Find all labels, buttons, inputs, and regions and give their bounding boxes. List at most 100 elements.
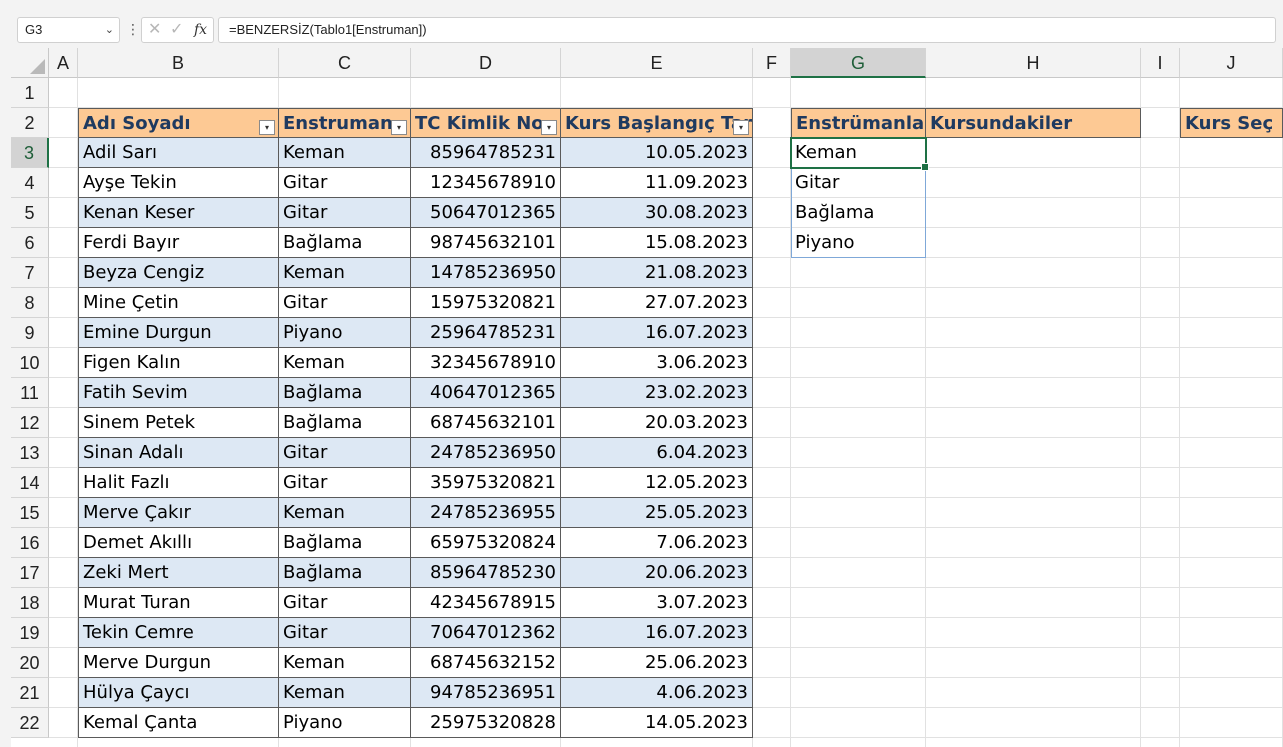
table-cell[interactable]: Demet Akıllı <box>78 528 279 558</box>
table-cell[interactable]: 30.08.2023 <box>561 198 753 228</box>
table-cell[interactable]: Figen Kalın <box>78 348 279 378</box>
table-cell[interactable]: 40647012365 <box>411 378 561 408</box>
table-cell[interactable]: 85964785230 <box>411 558 561 588</box>
table-cell[interactable]: Merve Durgun <box>78 648 279 678</box>
table-cell[interactable]: 25.05.2023 <box>561 498 753 528</box>
table-cell[interactable]: Gitar <box>279 618 411 648</box>
table-cell[interactable]: Fatih Sevim <box>78 378 279 408</box>
column-header-e[interactable]: E <box>561 48 753 78</box>
table-cell[interactable]: Piyano <box>279 708 411 738</box>
row-header-1[interactable]: 1 <box>11 78 49 108</box>
cancel-icon[interactable]: ✕ <box>148 18 161 42</box>
table-cell[interactable]: Emine Durgun <box>78 318 279 348</box>
table-cell[interactable]: Bağlama <box>279 228 411 258</box>
column-header-j[interactable]: J <box>1180 48 1283 78</box>
table-cell[interactable]: Gitar <box>279 168 411 198</box>
instrument-cell[interactable]: Bağlama <box>791 198 926 228</box>
table-cell[interactable]: Gitar <box>279 198 411 228</box>
table-cell[interactable]: Sinem Petek <box>78 408 279 438</box>
filter-dropdown-icon[interactable]: ▾ <box>733 120 749 135</box>
row-header-9[interactable]: 9 <box>11 318 49 348</box>
table-cell[interactable]: Kenan Keser <box>78 198 279 228</box>
table-cell[interactable]: Murat Turan <box>78 588 279 618</box>
column-header-c[interactable]: C <box>279 48 411 78</box>
table-cell[interactable]: Halit Fazlı <box>78 468 279 498</box>
formula-input[interactable]: =BENZERSİZ(Tablo1[Enstruman]) <box>218 17 1276 43</box>
table-cell[interactable]: Keman <box>279 138 411 168</box>
table-cell[interactable]: Adil Sarı <box>78 138 279 168</box>
table-cell[interactable]: Mine Çetin <box>78 288 279 318</box>
table-cell[interactable]: Tekin Cemre <box>78 618 279 648</box>
table-cell[interactable]: 23.02.2023 <box>561 378 753 408</box>
column-header-g[interactable]: G <box>791 48 926 78</box>
table-cell[interactable]: Kemal Çanta <box>78 708 279 738</box>
row-header-13[interactable]: 13 <box>11 438 49 468</box>
table-cell[interactable]: 50647012365 <box>411 198 561 228</box>
row-header-3[interactable]: 3 <box>11 138 49 168</box>
table-cell[interactable]: Keman <box>279 348 411 378</box>
table-header-cell[interactable]: TC Kimlik No <box>411 108 561 138</box>
table-cell[interactable]: 16.07.2023 <box>561 318 753 348</box>
row-header-2[interactable]: 2 <box>11 108 49 138</box>
table-cell[interactable]: 12.05.2023 <box>561 468 753 498</box>
table-cell[interactable]: 20.06.2023 <box>561 558 753 588</box>
table-cell[interactable]: 4.06.2023 <box>561 678 753 708</box>
table-cell[interactable]: Bağlama <box>279 528 411 558</box>
table-cell[interactable]: Piyano <box>279 318 411 348</box>
column-header-h[interactable]: H <box>926 48 1141 78</box>
table-cell[interactable]: 10.05.2023 <box>561 138 753 168</box>
table-cell[interactable]: 85964785231 <box>411 138 561 168</box>
instrument-cell[interactable]: Piyano <box>791 228 926 258</box>
table-cell[interactable]: 70647012362 <box>411 618 561 648</box>
row-header-5[interactable]: 5 <box>11 198 49 228</box>
instruments-header[interactable]: Enstrümanlar <box>791 108 926 138</box>
row-header-16[interactable]: 16 <box>11 528 49 558</box>
filter-dropdown-icon[interactable]: ▾ <box>391 120 407 135</box>
table-cell[interactable]: 7.06.2023 <box>561 528 753 558</box>
table-cell[interactable]: Hülya Çaycı <box>78 678 279 708</box>
row-header-22[interactable]: 22 <box>11 708 49 738</box>
table-cell[interactable]: 16.07.2023 <box>561 618 753 648</box>
course-members-header[interactable]: Kursundakiler <box>926 108 1141 138</box>
table-cell[interactable]: Gitar <box>279 588 411 618</box>
worksheet-grid[interactable]: A B C D E F G H I J 1 2 3 4 5 6 7 8 9 10 11 12 13 14 15 16 17 18 19 2… <box>11 48 1283 747</box>
row-header-21[interactable]: 21 <box>11 678 49 708</box>
row-header-19[interactable]: 19 <box>11 618 49 648</box>
row-header-15[interactable]: 15 <box>11 498 49 528</box>
table-cell[interactable]: 3.07.2023 <box>561 588 753 618</box>
table-cell[interactable]: Gitar <box>279 438 411 468</box>
table-cell[interactable]: 25975320828 <box>411 708 561 738</box>
table-cell[interactable]: 14.05.2023 <box>561 708 753 738</box>
table-cell[interactable]: 3.06.2023 <box>561 348 753 378</box>
name-box[interactable]: G3 ⌄ <box>17 17 120 43</box>
table-cell[interactable]: 65975320824 <box>411 528 561 558</box>
table-cell[interactable]: Keman <box>279 678 411 708</box>
table-cell[interactable]: Gitar <box>279 288 411 318</box>
filter-dropdown-icon[interactable]: ▾ <box>259 120 275 135</box>
select-all-corner[interactable] <box>11 48 49 78</box>
row-header-12[interactable]: 12 <box>11 408 49 438</box>
table-cell[interactable]: 25.06.2023 <box>561 648 753 678</box>
row-header-17[interactable]: 17 <box>11 558 49 588</box>
course-select-header[interactable]: Kurs Seç <box>1180 108 1283 138</box>
row-header-7[interactable]: 7 <box>11 258 49 288</box>
table-cell[interactable]: 15975320821 <box>411 288 561 318</box>
table-cell[interactable]: Keman <box>279 498 411 528</box>
column-header-i[interactable]: I <box>1141 48 1180 78</box>
table-cell[interactable]: 32345678910 <box>411 348 561 378</box>
instrument-cell[interactable]: Gitar <box>791 168 926 198</box>
table-cell[interactable]: 24785236950 <box>411 438 561 468</box>
filter-dropdown-icon[interactable]: ▾ <box>541 120 557 135</box>
column-header-f[interactable]: F <box>753 48 791 78</box>
table-header-cell[interactable]: Kurs Başlangıç Tarihi <box>561 108 753 138</box>
table-cell[interactable]: 21.08.2023 <box>561 258 753 288</box>
table-cell[interactable]: 25964785231 <box>411 318 561 348</box>
table-cell[interactable]: 35975320821 <box>411 468 561 498</box>
row-header-8[interactable]: 8 <box>11 288 49 318</box>
table-cell[interactable]: 12345678910 <box>411 168 561 198</box>
table-cell[interactable]: 98745632101 <box>411 228 561 258</box>
table-cell[interactable]: 68745632101 <box>411 408 561 438</box>
table-cell[interactable]: Ayşe Tekin <box>78 168 279 198</box>
table-cell[interactable]: Ferdi Bayır <box>78 228 279 258</box>
column-header-b[interactable]: B <box>78 48 279 78</box>
